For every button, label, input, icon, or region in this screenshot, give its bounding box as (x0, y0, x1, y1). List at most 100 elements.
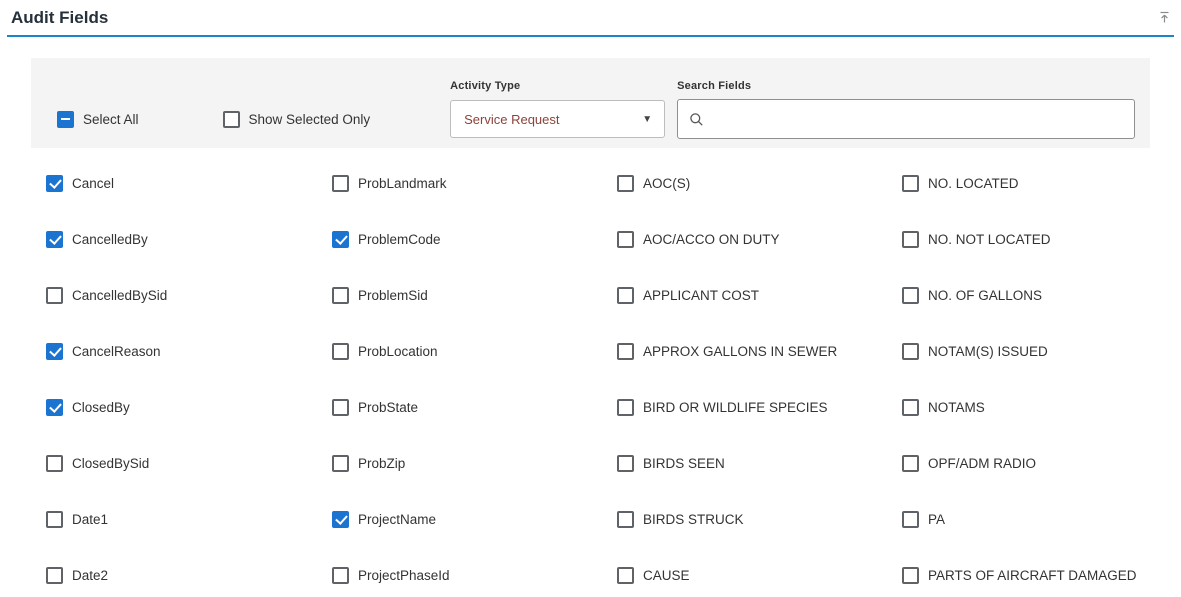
field-checkbox-item[interactable]: NO. OF GALLONS (902, 267, 1181, 323)
field-label: BIRD OR WILDLIFE SPECIES (643, 400, 828, 415)
field-checkbox-item[interactable]: ProbLocation (332, 323, 617, 379)
checkbox-checked[interactable] (332, 231, 349, 248)
checkbox-unchecked[interactable] (902, 287, 919, 304)
field-label: NOTAMS (928, 400, 985, 415)
field-checkbox-item[interactable]: ProbState (332, 379, 617, 435)
checkbox-unchecked[interactable] (902, 511, 919, 528)
field-checkbox-item[interactable]: ProblemSid (332, 267, 617, 323)
field-label: NOTAM(S) ISSUED (928, 344, 1048, 359)
field-checkbox-item[interactable]: BIRD OR WILDLIFE SPECIES (617, 379, 902, 435)
checkbox-unchecked[interactable] (617, 175, 634, 192)
checkbox-unchecked[interactable] (902, 567, 919, 584)
checkbox-unchecked[interactable] (332, 175, 349, 192)
field-checkbox-item[interactable]: AOC/ACCO ON DUTY (617, 211, 902, 267)
activity-type-selected-value: Service Request (464, 112, 559, 127)
field-checkbox-item[interactable]: NOTAMS (902, 379, 1181, 435)
checkbox-checked[interactable] (46, 175, 63, 192)
checkbox-unchecked[interactable] (617, 511, 634, 528)
field-checkbox-item[interactable]: APPROX GALLONS IN SEWER (617, 323, 902, 379)
field-label: ProbLandmark (358, 176, 447, 191)
checkbox-unchecked[interactable] (902, 343, 919, 360)
checkbox-checked[interactable] (46, 343, 63, 360)
field-label: ProjectName (358, 512, 436, 527)
checkbox-checked[interactable] (46, 231, 63, 248)
chevron-down-icon: ▼ (642, 114, 652, 125)
field-label: APPLICANT COST (643, 288, 759, 303)
field-checkbox-item[interactable]: PA (902, 491, 1181, 547)
field-checkbox-item[interactable]: CAUSE (617, 547, 902, 597)
field-label: BIRDS STRUCK (643, 512, 744, 527)
checkbox-unchecked[interactable] (46, 455, 63, 472)
checkbox-unchecked[interactable] (46, 287, 63, 304)
field-label: NO. LOCATED (928, 176, 1019, 191)
field-label: Date1 (72, 512, 108, 527)
show-selected-checkbox-box[interactable] (223, 111, 240, 128)
checkbox-unchecked[interactable] (617, 343, 634, 360)
field-label: NO. NOT LOCATED (928, 232, 1051, 247)
checkbox-unchecked[interactable] (617, 455, 634, 472)
show-selected-only-checkbox[interactable]: Show Selected Only (223, 111, 371, 128)
field-checkbox-item[interactable]: OPF/ADM RADIO (902, 435, 1181, 491)
field-checkbox-item[interactable]: BIRDS STRUCK (617, 491, 902, 547)
field-checkbox-item[interactable]: NOTAM(S) ISSUED (902, 323, 1181, 379)
field-checkbox-item[interactable]: CancelledBySid (46, 267, 332, 323)
checkbox-unchecked[interactable] (902, 231, 919, 248)
search-icon (689, 112, 704, 127)
field-label: ClosedBy (72, 400, 130, 415)
checkbox-unchecked[interactable] (46, 567, 63, 584)
show-selected-only-label: Show Selected Only (249, 112, 371, 127)
field-label: Cancel (72, 176, 114, 191)
field-checkbox-item[interactable]: ClosedBy (46, 379, 332, 435)
field-label: ProbState (358, 400, 418, 415)
field-label: Date2 (72, 568, 108, 583)
field-label: ProbZip (358, 456, 405, 471)
field-checkbox-item[interactable]: ProbZip (332, 435, 617, 491)
checkbox-unchecked[interactable] (617, 287, 634, 304)
field-checkbox-item[interactable]: PARTS OF AIRCRAFT DAMAGED (902, 547, 1181, 597)
field-label: AOC(S) (643, 176, 690, 191)
search-fields-input[interactable] (712, 100, 1124, 138)
field-checkbox-item[interactable]: ProblemCode (332, 211, 617, 267)
checkbox-unchecked[interactable] (617, 567, 634, 584)
checkbox-unchecked[interactable] (332, 455, 349, 472)
field-checkbox-item[interactable]: ProjectName (332, 491, 617, 547)
field-checkbox-item[interactable]: CancelReason (46, 323, 332, 379)
checkbox-checked[interactable] (332, 511, 349, 528)
checkbox-unchecked[interactable] (902, 175, 919, 192)
checkbox-checked[interactable] (46, 399, 63, 416)
page-title: Audit Fields (7, 8, 108, 28)
field-checkbox-item[interactable]: AOC(S) (617, 155, 902, 211)
field-checkbox-item[interactable]: Cancel (46, 155, 332, 211)
collapse-top-icon[interactable] (1156, 9, 1172, 25)
checkbox-unchecked[interactable] (332, 343, 349, 360)
field-label: CancelledBySid (72, 288, 167, 303)
checkbox-unchecked[interactable] (902, 455, 919, 472)
checkbox-unchecked[interactable] (617, 399, 634, 416)
field-checkbox-item[interactable]: ClosedBySid (46, 435, 332, 491)
field-checkbox-item[interactable]: BIRDS SEEN (617, 435, 902, 491)
field-checkbox-item[interactable]: ProjectPhaseId (332, 547, 617, 597)
field-checkbox-item[interactable]: Date2 (46, 547, 332, 597)
checkbox-unchecked[interactable] (617, 231, 634, 248)
field-checkbox-item[interactable]: Date1 (46, 491, 332, 547)
field-checkbox-item[interactable]: NO. NOT LOCATED (902, 211, 1181, 267)
checkbox-unchecked[interactable] (332, 287, 349, 304)
select-all-checkbox-box[interactable] (57, 111, 74, 128)
field-label: BIRDS SEEN (643, 456, 725, 471)
checkbox-unchecked[interactable] (46, 511, 63, 528)
field-checkbox-item[interactable]: APPLICANT COST (617, 267, 902, 323)
field-label: NO. OF GALLONS (928, 288, 1042, 303)
checkbox-unchecked[interactable] (332, 399, 349, 416)
field-label: ProjectPhaseId (358, 568, 450, 583)
select-all-label: Select All (83, 112, 139, 127)
select-all-checkbox[interactable]: Select All (57, 111, 139, 128)
activity-type-select[interactable]: Service Request ▼ (450, 100, 665, 138)
search-fields-label: Search Fields (677, 80, 1135, 93)
checkbox-unchecked[interactable] (332, 567, 349, 584)
field-label: ProblemCode (358, 232, 441, 247)
checkbox-unchecked[interactable] (902, 399, 919, 416)
field-checkbox-item[interactable]: ProbLandmark (332, 155, 617, 211)
field-checkbox-item[interactable]: CancelledBy (46, 211, 332, 267)
activity-type-group: Activity Type Service Request ▼ (450, 80, 665, 148)
field-checkbox-item[interactable]: NO. LOCATED (902, 155, 1181, 211)
